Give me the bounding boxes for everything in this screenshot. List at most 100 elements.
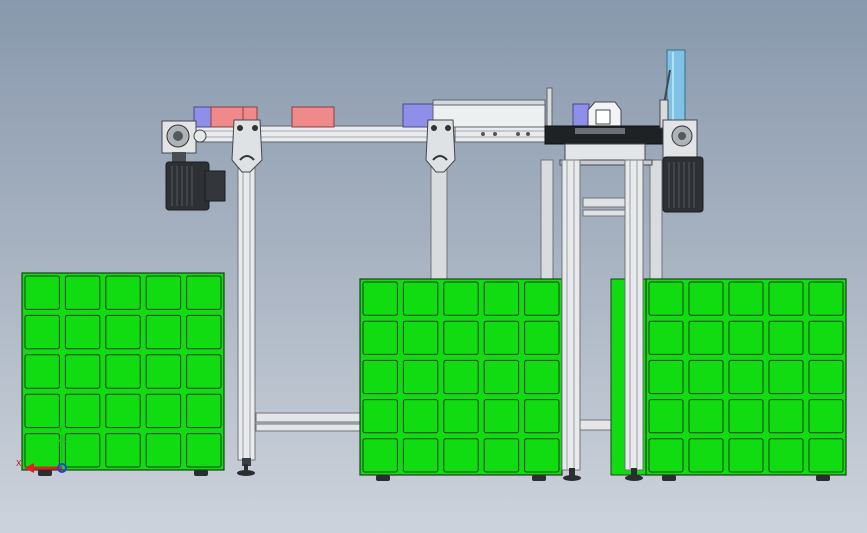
crate-cell <box>362 438 398 473</box>
crate-cell <box>145 433 182 468</box>
rear-crossbar-upper <box>582 197 629 208</box>
product-pink <box>291 106 335 128</box>
crate-cell <box>105 393 141 429</box>
crate-cell <box>64 354 101 389</box>
crate-cell <box>362 399 398 434</box>
front-post-a <box>561 159 581 471</box>
crate-cell <box>402 320 439 355</box>
lower-crossbar-left <box>255 412 362 423</box>
crate-cell <box>105 275 141 310</box>
crate-cell <box>443 320 479 355</box>
crate-cell <box>64 275 101 310</box>
crate-cell <box>524 359 560 395</box>
crate-cell <box>64 433 101 468</box>
crate-cell <box>145 354 182 389</box>
crate-foot <box>38 470 52 476</box>
crate-cell <box>483 359 520 395</box>
crate-cell <box>768 399 804 434</box>
crate-cell <box>728 399 764 434</box>
crate-cell <box>648 359 684 395</box>
crate-cell <box>648 281 684 316</box>
crate-cell <box>186 354 222 389</box>
crate-cell <box>483 438 520 473</box>
crate-cell <box>688 438 724 473</box>
crate-cell <box>768 281 804 316</box>
crate-cell <box>648 438 684 473</box>
cad-viewport[interactable]: Y X <box>0 0 867 533</box>
lower-crossbar-left-2 <box>255 423 362 432</box>
rear-post-mid <box>540 159 554 281</box>
crate-cell <box>24 275 60 310</box>
crate-cell <box>728 438 764 473</box>
rear-post-right <box>649 159 663 281</box>
gantry-bracket-mid <box>425 119 456 173</box>
crate-cell <box>362 359 398 395</box>
crate-cell <box>443 281 479 316</box>
crate-cell <box>186 314 222 350</box>
turntable-assembly <box>544 101 664 166</box>
crate-cell <box>145 393 182 429</box>
triad-y-label: Y <box>57 425 63 434</box>
front-post-b <box>624 159 644 471</box>
lift-cylinder <box>659 49 686 129</box>
right-drive-motor <box>662 119 704 213</box>
crate-cell <box>768 320 804 355</box>
crate-cell <box>24 433 60 468</box>
crate-cell <box>524 438 560 473</box>
crate-cell <box>64 314 101 350</box>
crate-cell <box>402 438 439 473</box>
crate-cell <box>443 399 479 434</box>
crate-cell <box>105 433 141 468</box>
right-crate-stack <box>645 278 847 481</box>
crate-cell <box>24 393 60 429</box>
left-gantry-post <box>237 149 256 476</box>
crate-cell <box>186 433 222 468</box>
crate-cell <box>186 393 222 429</box>
crate-cell <box>443 359 479 395</box>
crate-cell <box>808 399 844 434</box>
crate-cell <box>402 359 439 395</box>
crate-foot <box>662 475 676 481</box>
crate-cell <box>688 320 724 355</box>
crate-cell <box>362 281 398 316</box>
crate-cell <box>186 275 222 310</box>
crate-cell <box>808 320 844 355</box>
crate-cell <box>728 359 764 395</box>
crate-cell <box>524 399 560 434</box>
crate-cell <box>808 438 844 473</box>
crate-cell <box>402 399 439 434</box>
crate-foot <box>376 475 390 481</box>
crate-foot <box>816 475 830 481</box>
product-blue <box>572 103 590 127</box>
crate-foot <box>194 470 208 476</box>
crate-cell <box>728 320 764 355</box>
crate-cell <box>483 320 520 355</box>
crate-cell <box>768 438 804 473</box>
crate-cell <box>24 354 60 389</box>
product-blue <box>193 106 212 128</box>
crate-cell <box>688 359 724 395</box>
right-frame-front <box>561 159 644 481</box>
crate-cell <box>402 281 439 316</box>
gantry-bracket-left <box>231 119 263 173</box>
stop-plate <box>546 87 553 129</box>
crate-cell <box>808 281 844 316</box>
middle-crate-stack <box>359 278 563 481</box>
rear-crossbar-lower <box>582 209 629 217</box>
crate-cell <box>145 275 182 310</box>
left-crate-stack <box>21 272 225 476</box>
crate-cell <box>524 320 560 355</box>
crate-cell <box>728 281 764 316</box>
crate-stacks <box>21 272 847 481</box>
crate-cell <box>688 399 724 434</box>
crate-cell <box>105 354 141 389</box>
gantry-palletizer-model: Y X <box>16 49 847 481</box>
crate-cell <box>648 320 684 355</box>
crate-cell <box>768 359 804 395</box>
crate-cell <box>524 281 560 316</box>
crate-foot <box>532 475 546 481</box>
crate-cell <box>145 314 182 350</box>
crate-cell <box>483 399 520 434</box>
crate-cell <box>648 399 684 434</box>
crate-cell <box>443 438 479 473</box>
